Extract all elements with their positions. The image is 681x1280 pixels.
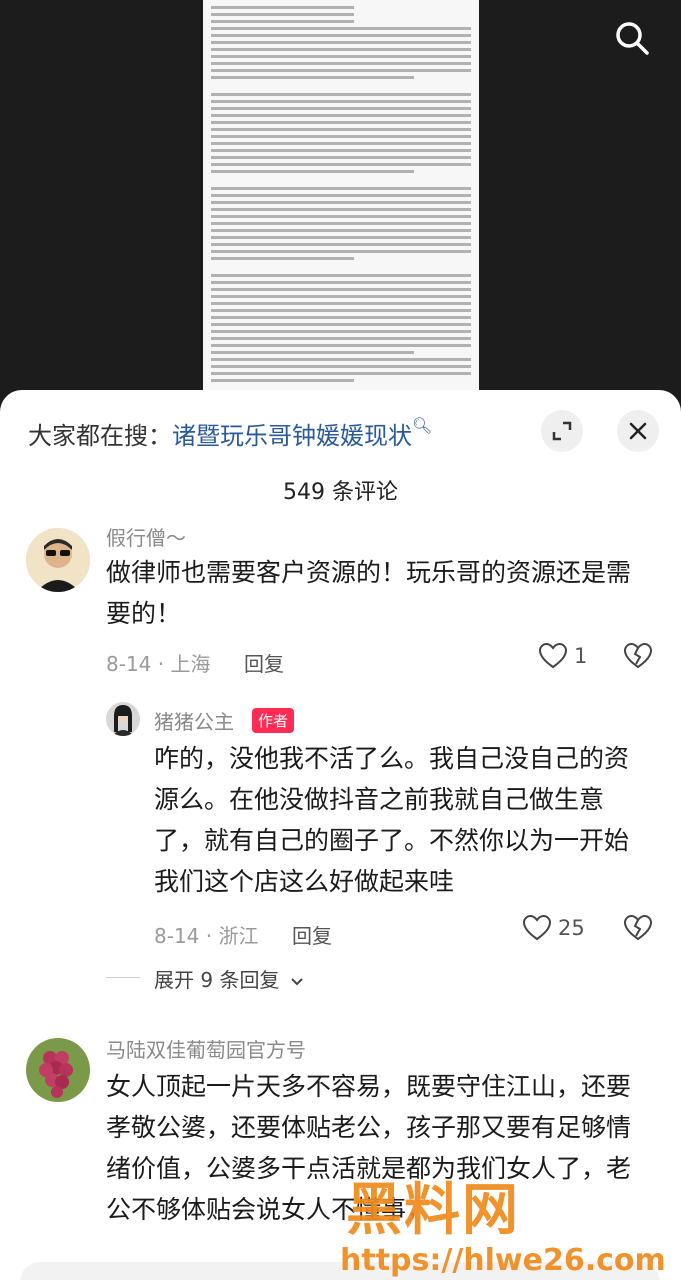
close-button[interactable] bbox=[617, 410, 659, 452]
comment-item: 假行僧～ 做律师也需要客户资源的！玩乐哥的资源还是需要的！ 8-14 · 上海 … bbox=[0, 522, 681, 692]
reply-date-location: 8-14 · 浙江 bbox=[154, 924, 259, 948]
like-button[interactable]: 25 bbox=[522, 914, 585, 942]
avatar[interactable] bbox=[26, 528, 90, 592]
document-image bbox=[203, 0, 479, 390]
heart-icon bbox=[538, 642, 568, 669]
reply-username[interactable]: 猪猪公主 bbox=[154, 706, 234, 735]
comment-item: 马陆双佳葡萄园官方号 女人顶起一片天多不容易，既要守住江山，还要孝敬公婆，还要体… bbox=[0, 1034, 681, 1280]
avatar[interactable] bbox=[106, 702, 140, 736]
reply-button[interactable]: 回复 bbox=[244, 648, 284, 677]
expand-icon bbox=[552, 421, 572, 441]
comment-count: 549 条评论 bbox=[283, 480, 398, 505]
expand-replies-divider bbox=[106, 977, 140, 978]
like-count: 25 bbox=[558, 916, 585, 940]
broken-heart-icon bbox=[623, 914, 653, 941]
comment-date-location: 8-14 · 上海 bbox=[106, 652, 211, 676]
document-text-lines bbox=[211, 6, 471, 386]
comment-text: 做律师也需要客户资源的！玩乐哥的资源还是需要的！ bbox=[106, 558, 632, 628]
avatar[interactable] bbox=[26, 1038, 90, 1102]
close-icon bbox=[629, 422, 647, 440]
comment-username[interactable]: 假行僧～ bbox=[106, 522, 186, 551]
comment-username[interactable]: 马陆双佳葡萄园官方号 bbox=[106, 1034, 306, 1063]
comment-sheet: 大家都在搜：诸暨玩乐哥钟媛媛现状🔍︎ 549 条评论 假行僧～ 做律师也需要客户… bbox=[0, 390, 681, 1280]
chevron-down-icon bbox=[291, 978, 303, 986]
comment-text: 女人顶起一片天多不容易，既要守住江山，还要孝敬公婆，还要体贴老公，孩子那又要有足… bbox=[106, 1072, 632, 1224]
search-small-icon: 🔍︎ bbox=[412, 416, 433, 435]
suggested-search[interactable]: 大家都在搜：诸暨玩乐哥钟媛媛现状🔍︎ bbox=[28, 416, 432, 451]
reply-text: 咋的，没他我不活了么。我自己没自己的资源么。在他没做抖音之前我就自己做生意了，就… bbox=[154, 744, 630, 896]
search-icon[interactable] bbox=[612, 18, 652, 58]
like-count: 1 bbox=[574, 644, 588, 668]
dislike-button[interactable] bbox=[623, 914, 653, 946]
broken-heart-icon bbox=[623, 642, 653, 669]
expand-button[interactable] bbox=[541, 410, 583, 452]
author-badge: 作者 bbox=[252, 708, 295, 733]
like-button[interactable]: 1 bbox=[538, 642, 587, 670]
expand-replies-label: 展开 9 条回复 bbox=[154, 968, 280, 992]
comment-input[interactable] bbox=[20, 1262, 660, 1280]
reply-button[interactable]: 回复 bbox=[292, 920, 332, 949]
dislike-button[interactable] bbox=[623, 642, 653, 674]
suggested-search-prefix: 大家都在搜： bbox=[28, 422, 172, 450]
suggested-search-link[interactable]: 诸暨玩乐哥钟媛媛现状 bbox=[172, 422, 412, 450]
expand-replies-button[interactable]: 展开 9 条回复 bbox=[154, 964, 304, 993]
heart-icon bbox=[522, 914, 552, 941]
video-area bbox=[0, 0, 681, 400]
reply-item: 猪猪公主 作者 咋的，没他我不活了么。我自己没自己的资源么。在他没做抖音之前我就… bbox=[0, 702, 681, 962]
